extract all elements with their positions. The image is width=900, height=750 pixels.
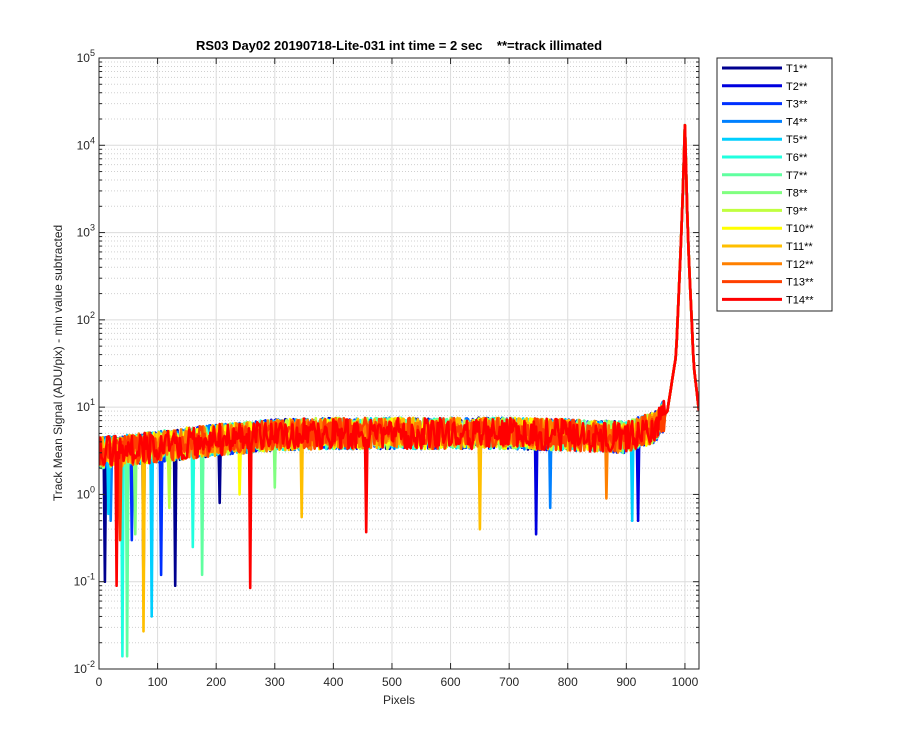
x-tick-label: 100 — [148, 675, 168, 689]
legend-label: T1** — [786, 63, 808, 75]
legend-label: T9** — [786, 205, 808, 217]
y-tick-label: 103 — [77, 223, 95, 240]
legend-label: T13** — [786, 277, 814, 289]
x-tick-label: 300 — [265, 675, 285, 689]
legend-label: T14** — [786, 294, 814, 306]
x-tick-label: 500 — [382, 675, 402, 689]
legend-label: T7** — [786, 170, 808, 182]
legend-label: T12** — [786, 259, 814, 271]
legend: T1** T2** T3** T4** T5** T6** T7** T8** T9** T10*… — [716, 57, 833, 312]
y-tick-label: 100 — [77, 484, 95, 501]
y-tick-label: 105 — [77, 48, 95, 65]
chart: 10-2 10-1 100 101 102 103 104 105 0 100 200 300 400 5… — [51, 38, 833, 707]
legend-label: T6** — [786, 152, 808, 164]
legend-label: T2** — [786, 81, 808, 93]
y-tick-label: 10-2 — [74, 659, 95, 676]
legend-box — [716, 57, 833, 312]
x-tick-label: 600 — [441, 675, 461, 689]
x-tick-label: 700 — [499, 675, 519, 689]
y-tick-label: 104 — [77, 135, 95, 152]
y-tick-label: 102 — [77, 310, 95, 327]
x-axis-label: Pixels — [383, 693, 415, 707]
x-tick-label: 0 — [96, 675, 103, 689]
legend-label: T3** — [786, 99, 808, 111]
chart-title: RS03 Day02 20190718-Lite-031 int time = … — [196, 38, 602, 53]
legend-label: T5** — [786, 134, 808, 146]
legend-label: T4** — [786, 116, 808, 128]
legend-label: T11** — [786, 241, 813, 253]
y-axis-label: Track Mean Signal (ADU/pix) - min value … — [51, 225, 65, 501]
legend-label: T10** — [786, 223, 814, 235]
x-tick-label: 800 — [558, 675, 578, 689]
x-tick-label: 200 — [206, 675, 226, 689]
y-tick-label: 10-1 — [74, 572, 95, 589]
y-tick-label: 101 — [77, 397, 95, 414]
x-tick-label: 1000 — [672, 675, 699, 689]
x-tick-label: 900 — [616, 675, 636, 689]
legend-label: T8** — [786, 188, 808, 200]
x-tick-label: 400 — [323, 675, 343, 689]
